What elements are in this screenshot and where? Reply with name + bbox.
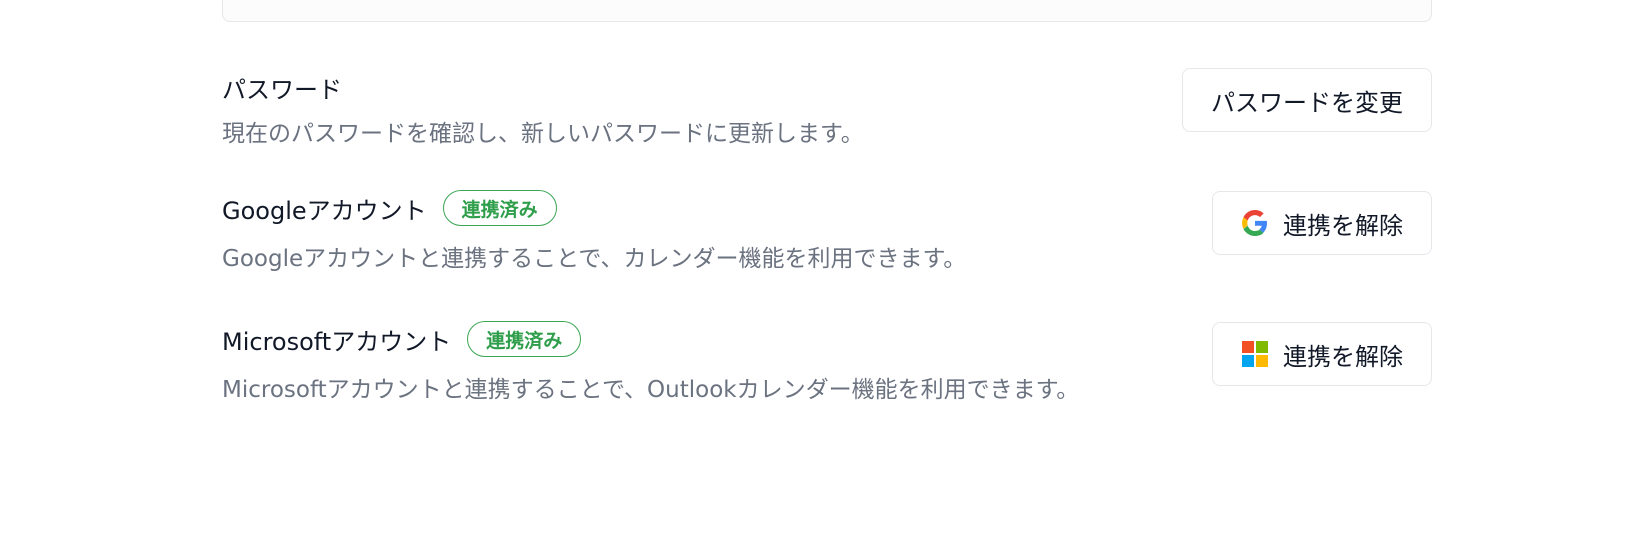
password-row: パスワード 現在のパスワードを確認し、新しいパスワードに更新します。 パスワード…	[222, 68, 1432, 148]
google-unlink-label: 連携を解除	[1283, 212, 1403, 240]
email-field[interactable]	[222, 0, 1432, 22]
microsoft-status-badge: 連携済み	[467, 321, 582, 357]
google-icon	[1241, 209, 1269, 237]
microsoft-unlink-button[interactable]: 連携を解除	[1212, 322, 1432, 386]
change-password-button[interactable]: パスワードを変更	[1182, 68, 1432, 132]
microsoft-unlink-label: 連携を解除	[1283, 343, 1403, 371]
change-password-label: パスワードを変更	[1211, 89, 1403, 117]
microsoft-account-title: Microsoftアカウント	[222, 327, 452, 356]
account-settings-page: パスワード 現在のパスワードを確認し、新しいパスワードに更新します。 パスワード…	[0, 0, 1638, 538]
microsoft-account-row: Microsoftアカウント 連携済み Microsoftアカウントと連携するこ…	[222, 320, 1432, 404]
microsoft-icon	[1241, 340, 1269, 368]
google-account-row: Googleアカウント 連携済み Googleアカウントと連携することで、カレン…	[222, 189, 1432, 273]
google-account-title: Googleアカウント	[222, 196, 427, 225]
google-status-badge: 連携済み	[442, 190, 557, 226]
google-unlink-button[interactable]: 連携を解除	[1212, 191, 1432, 255]
